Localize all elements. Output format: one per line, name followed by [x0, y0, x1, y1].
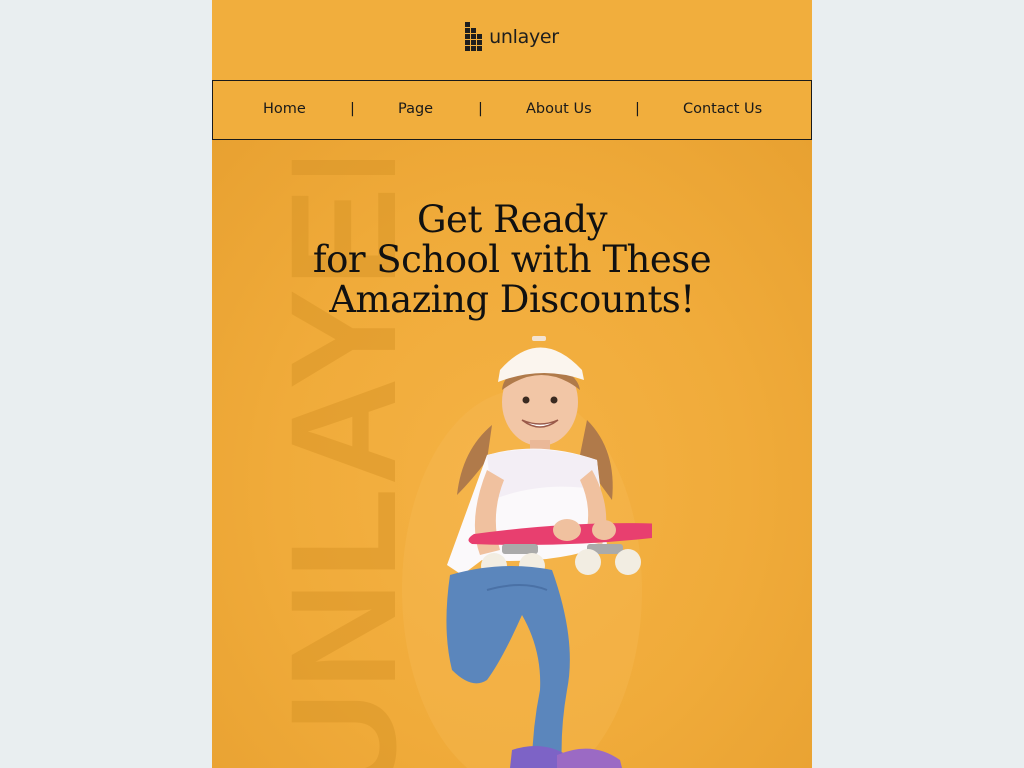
nav-item-about-us[interactable]: About Us [526, 101, 592, 117]
headline-line: Amazing Discounts! [329, 278, 695, 321]
hero-section: UNLAYER Get Ready for School with These … [212, 140, 812, 768]
stacked-squares-logo-icon [465, 22, 483, 51]
navigation-bar: Home | Page | About Us | Contact Us [212, 80, 812, 140]
logo-text: unlayer [489, 26, 559, 48]
nav-separator: | [350, 101, 355, 117]
nav-separator: | [635, 101, 640, 117]
nav-item-contact-us[interactable]: Contact Us [683, 101, 762, 117]
headline-line: for School with These [312, 238, 712, 281]
nav-item-home[interactable]: Home [263, 101, 306, 117]
email-canvas: unlayer Home | Page | About Us | Contact… [212, 0, 812, 768]
nav-item-page[interactable]: Page [398, 101, 433, 117]
nav-separator: | [478, 101, 483, 117]
headline-line: Get Ready [417, 198, 608, 241]
logo[interactable]: unlayer [465, 22, 559, 52]
header: unlayer [212, 0, 812, 80]
hero-headline: Get Ready for School with These Amazing … [212, 200, 812, 320]
girl-with-skateboard-photo [402, 336, 652, 768]
